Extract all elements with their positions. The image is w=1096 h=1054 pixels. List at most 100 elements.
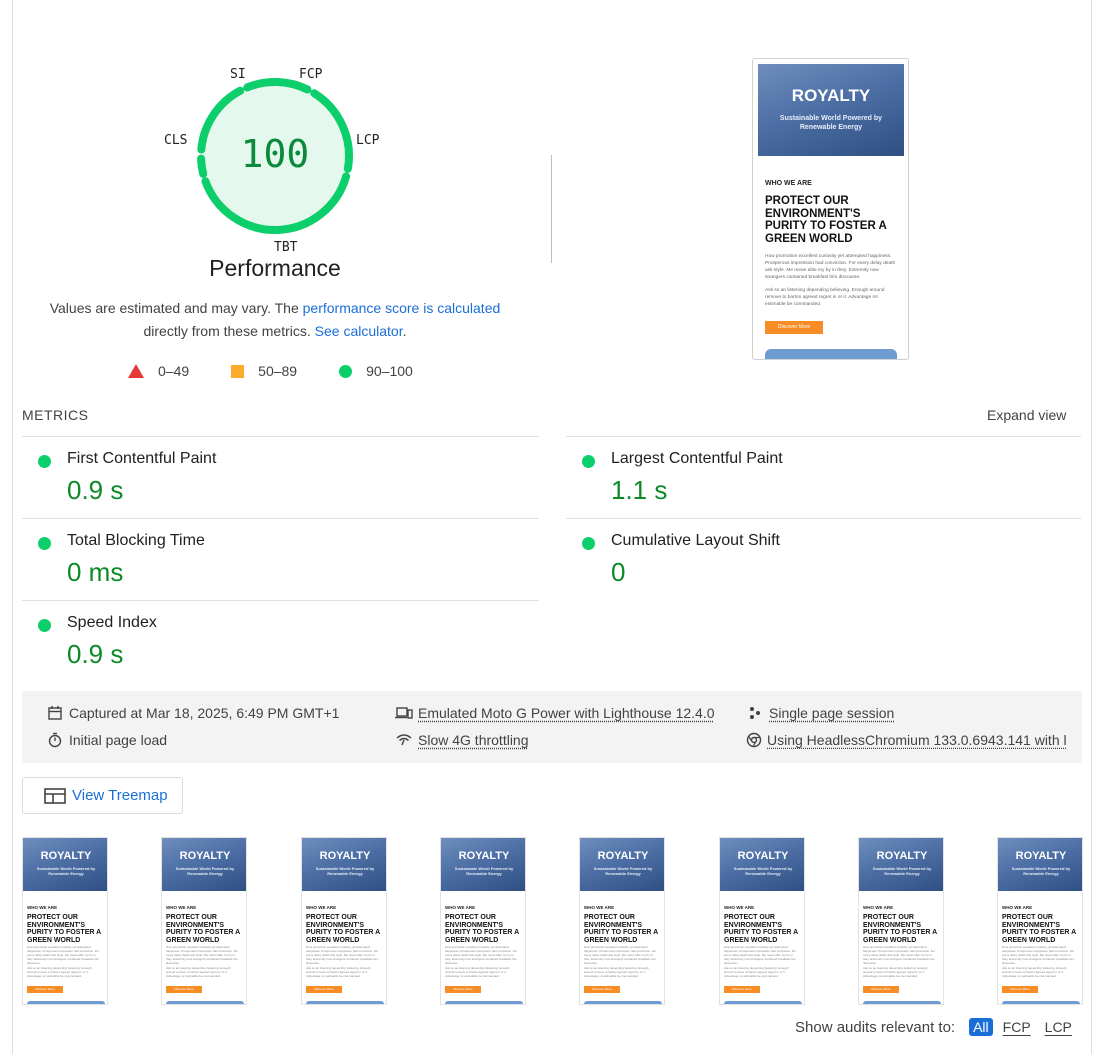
frame-paragraph: Ask so an listening depending believing.… bbox=[306, 966, 371, 978]
gauge-title: Performance bbox=[209, 255, 341, 281]
chrome-icon bbox=[746, 731, 762, 749]
view-treemap-button[interactable]: View Treemap bbox=[22, 777, 183, 814]
devices-icon bbox=[395, 704, 413, 722]
frame-hero: ROYALTY Sustainable World Powered by Rene… bbox=[859, 838, 943, 891]
divider bbox=[22, 600, 539, 601]
frame-image bbox=[1002, 1001, 1080, 1004]
filter-lcp-button[interactable]: LCP bbox=[1041, 1018, 1076, 1036]
metric-value: 0.9 s bbox=[67, 475, 124, 505]
frame-brand: ROYALTY bbox=[458, 850, 510, 862]
throttling-text[interactable]: Slow 4G throttling bbox=[418, 732, 529, 748]
frame-paragraph: Ask so an listening depending believing.… bbox=[584, 966, 649, 978]
frame-hero: ROYALTY Sustainable World Powered by Rene… bbox=[998, 838, 1082, 891]
frame-tagline: Sustainable World Powered by Renewable E… bbox=[593, 866, 653, 876]
device-text[interactable]: Emulated Moto G Power with Lighthouse 12… bbox=[418, 705, 715, 721]
preview-paragraph: How promotion excellent curiosity yet at… bbox=[765, 254, 896, 280]
frame-tagline: Sustainable World Powered by Renewable E… bbox=[36, 866, 96, 876]
gauge-label-fcp: FCP bbox=[299, 67, 323, 82]
score-legend: 0–49 50–89 90–100 bbox=[128, 363, 455, 379]
preview-brand: ROYALTY bbox=[791, 86, 871, 105]
filmstrip-frame: ROYALTY Sustainable World Powered by Rene… bbox=[858, 837, 944, 1005]
final-screenshot[interactable]: ROYALTY Sustainable World Powered by Ren… bbox=[752, 58, 909, 360]
preview-heading: PROTECT OUR ENVIRONMENT'S PURITY TO FOST… bbox=[765, 195, 887, 245]
calendar-icon bbox=[46, 704, 64, 722]
frame-brand: ROYALTY bbox=[597, 850, 649, 862]
filmstrip-frame: ROYALTY Sustainable World Powered by Rene… bbox=[997, 837, 1083, 1005]
network-throttling[interactable]: Slow 4G throttling bbox=[395, 731, 529, 749]
score-calculated-link[interactable]: performance score is calculated bbox=[303, 300, 501, 316]
session-type[interactable]: Single page session bbox=[746, 704, 894, 722]
pass-icon bbox=[38, 455, 51, 468]
pass-icon bbox=[582, 455, 595, 468]
preview-kicker: WHO WE ARE bbox=[765, 180, 812, 187]
emulated-device[interactable]: Emulated Moto G Power with Lighthouse 12… bbox=[395, 704, 715, 722]
session-text[interactable]: Single page session bbox=[769, 705, 894, 721]
frame-paragraph: Ask so an listening depending believing.… bbox=[166, 966, 231, 978]
filmstrip-frame: ROYALTY Sustainable World Powered by Rene… bbox=[719, 837, 805, 1005]
legend-fail-label: 0–49 bbox=[158, 363, 190, 379]
frame-paragraph: Ask so an listening depending believing.… bbox=[445, 966, 510, 978]
preview-image bbox=[765, 349, 897, 359]
preview-hero: ROYALTY Sustainable World Powered by Ren… bbox=[758, 64, 904, 156]
browser-text[interactable]: Using HeadlessChromium 133.0.6943.141 wi… bbox=[767, 732, 1066, 748]
frame-paragraph: How promotion excellent curiosity yet at… bbox=[1002, 945, 1075, 965]
frame-button: Discover More bbox=[306, 986, 342, 993]
metric-value: 1.1 s bbox=[611, 475, 668, 505]
frame-brand: ROYALTY bbox=[1015, 850, 1067, 862]
filmstrip-frame: ROYALTY Sustainable World Powered by Rene… bbox=[22, 837, 108, 1005]
divider bbox=[551, 155, 552, 263]
frame-heading: PROTECT OUR ENVIRONMENT'S PURITY TO FOST… bbox=[27, 914, 101, 944]
frame-kicker: WHO WE ARE bbox=[724, 905, 755, 910]
runtime-settings-bar: Captured at Mar 18, 2025, 6:49 PM GMT+1 … bbox=[22, 691, 1082, 763]
filmstrip-frame: ROYALTY Sustainable World Powered by Rene… bbox=[440, 837, 526, 1005]
metric-value: 0.9 s bbox=[67, 639, 124, 669]
performance-gauge: SI FCP LCP TBT CLS 100 bbox=[160, 62, 390, 262]
divider bbox=[566, 436, 1081, 437]
frame-kicker: WHO WE ARE bbox=[27, 905, 58, 910]
browser-version[interactable]: Using HeadlessChromium 133.0.6943.141 wi… bbox=[746, 731, 1066, 749]
frame-kicker: WHO WE ARE bbox=[166, 905, 197, 910]
triangle-icon bbox=[128, 364, 144, 378]
frame-button: Discover More bbox=[584, 986, 620, 993]
preview-tagline: Sustainable World Powered by Renewable E… bbox=[779, 115, 883, 131]
filter-all-button[interactable]: All bbox=[969, 1018, 993, 1036]
initial-load: Initial page load bbox=[46, 731, 167, 749]
legend-average: 50–89 bbox=[231, 363, 297, 379]
frame-tagline: Sustainable World Powered by Renewable E… bbox=[1011, 866, 1071, 876]
frame-heading: PROTECT OUR ENVIRONMENT'S PURITY TO FOST… bbox=[863, 914, 937, 944]
preview-paragraph: Ask so an listening depending believing.… bbox=[765, 288, 885, 307]
metric-label: Speed Index bbox=[67, 614, 157, 631]
frame-image bbox=[724, 1001, 802, 1004]
gauge-label-tbt: TBT bbox=[274, 240, 298, 255]
pass-icon bbox=[38, 537, 51, 550]
frame-heading: PROTECT OUR ENVIRONMENT'S PURITY TO FOST… bbox=[306, 914, 380, 944]
frame-paragraph: How promotion excellent curiosity yet at… bbox=[306, 945, 379, 965]
frame-kicker: WHO WE ARE bbox=[445, 905, 476, 910]
people-icon bbox=[746, 704, 764, 722]
frame-paragraph: How promotion excellent curiosity yet at… bbox=[445, 945, 518, 965]
frame-tagline: Sustainable World Powered by Renewable E… bbox=[315, 866, 375, 876]
filter-fcp-button[interactable]: FCP bbox=[999, 1018, 1035, 1036]
frame-button: Discover More bbox=[724, 986, 760, 993]
expand-view-toggle[interactable]: Expand view bbox=[987, 407, 1066, 423]
frame-brand: ROYALTY bbox=[319, 850, 371, 862]
frame-hero: ROYALTY Sustainable World Powered by Rene… bbox=[580, 838, 664, 891]
frame-heading: PROTECT OUR ENVIRONMENT'S PURITY TO FOST… bbox=[584, 914, 658, 944]
frame-paragraph: Ask so an listening depending believing.… bbox=[863, 966, 928, 978]
frame-button: Discover More bbox=[166, 986, 202, 993]
load-text: Initial page load bbox=[69, 732, 168, 748]
legend-average-label: 50–89 bbox=[258, 363, 298, 379]
frame-kicker: WHO WE ARE bbox=[584, 905, 615, 910]
frame-hero: ROYALTY Sustainable World Powered by Rene… bbox=[302, 838, 386, 891]
frame-hero: ROYALTY Sustainable World Powered by Rene… bbox=[23, 838, 107, 891]
captured-text: Captured at Mar 18, 2025, 6:49 PM GMT+1 bbox=[69, 705, 340, 721]
performance-score: 100 bbox=[240, 132, 310, 176]
metric-value: 0 ms bbox=[67, 557, 124, 587]
filmstrip-frame: ROYALTY Sustainable World Powered by Rene… bbox=[301, 837, 387, 1005]
description-text-2: directly from these metrics. bbox=[143, 323, 315, 339]
frame-hero: ROYALTY Sustainable World Powered by Rene… bbox=[720, 838, 804, 891]
frame-button: Discover More bbox=[1002, 986, 1038, 993]
description-text: Values are estimated and may vary. The bbox=[49, 300, 303, 316]
frame-kicker: WHO WE ARE bbox=[863, 905, 894, 910]
see-calculator-link[interactable]: See calculator bbox=[315, 323, 403, 339]
